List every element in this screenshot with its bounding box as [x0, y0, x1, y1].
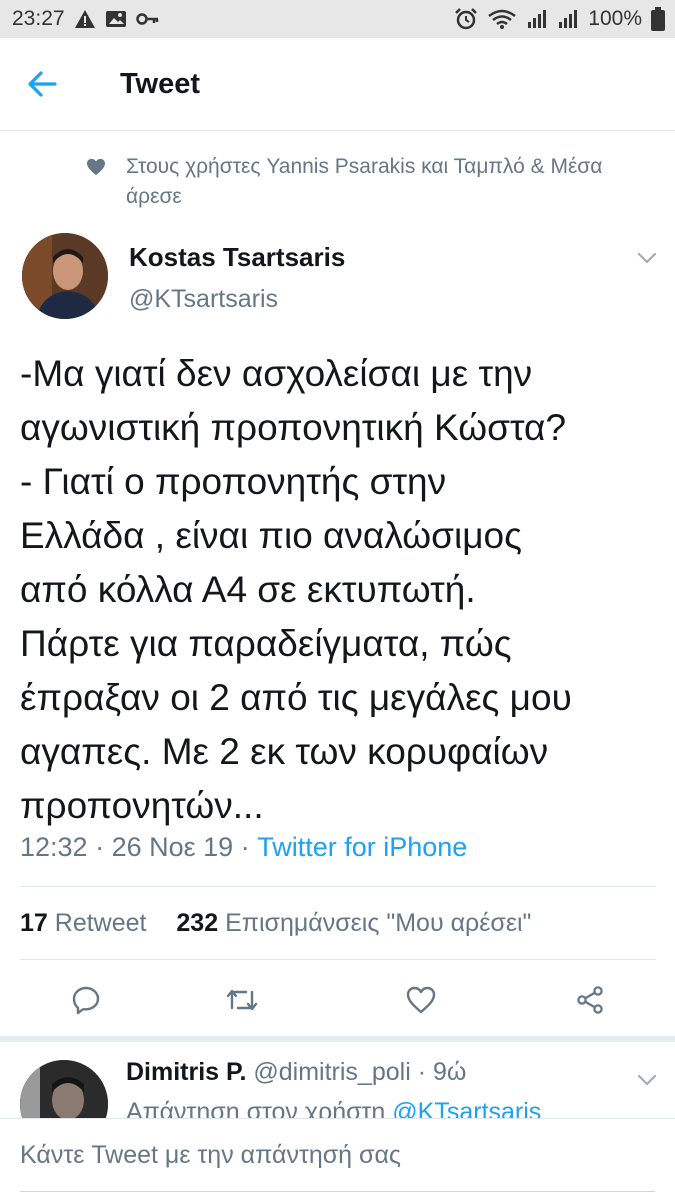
key-icon	[135, 11, 160, 27]
reply-tweet[interactable]: Dimitris P. @dimitris_poli · 9ώ Απάντηση…	[0, 1042, 675, 1118]
reply-author-name[interactable]: Dimitris P.	[126, 1058, 246, 1086]
likes-stat[interactable]: 232 Επισημάνσεις "Μου αρέσει"	[176, 909, 531, 937]
top-app-bar: Tweet	[0, 38, 675, 131]
warning-icon	[74, 9, 96, 29]
share-icon	[577, 986, 603, 1014]
reply-header: Dimitris P. @dimitris_poli · 9ώ	[126, 1058, 466, 1087]
tweet-text-line: Ελλάδα , είναι πιο αναλώσιμος	[20, 515, 522, 556]
reply-context: Απάντηση στον χρήστη @KTsartsaris	[126, 1098, 541, 1118]
reply-icon	[72, 986, 100, 1015]
tweet-stats: 17 Retweet 232 Επισημάνσεις "Μου αρέσει"	[20, 909, 531, 938]
tweet-text-line: αγαπες. Με 2 εκ των κορυφαίων	[20, 731, 549, 772]
heart-icon	[87, 158, 105, 176]
replying-to-mention[interactable]: @KTsartsaris	[392, 1098, 541, 1118]
tweet-date: 26 Νοε 19	[111, 832, 234, 862]
wifi-icon	[487, 8, 517, 30]
retweet-icon	[226, 989, 258, 1011]
signal-icon-1	[526, 8, 548, 30]
reply-age: · 9ώ	[417, 1058, 467, 1086]
like-button[interactable]	[401, 980, 441, 1020]
image-icon	[105, 9, 127, 29]
signal-icon-2	[557, 8, 579, 30]
reply-avatar[interactable]	[20, 1060, 108, 1118]
social-context-text: Στους χρήστες Yannis Psarakis και Ταμπλό…	[126, 155, 603, 208]
tweet-text-line: -Μα γιατί δεν ασχολείσαι με την	[20, 353, 533, 394]
tweet-time: 12:32	[20, 832, 88, 862]
status-bar: 23:27 100%	[0, 0, 675, 38]
author-avatar[interactable]	[22, 233, 108, 319]
like-count: 232	[176, 909, 219, 937]
tweet-text-line: Πάρτε για παραδείγματα, πώς	[20, 623, 512, 664]
retweet-count: 17	[20, 909, 48, 937]
reply-composer	[0, 1118, 675, 1201]
tweet-text-line: αγωνιστική προπονητική Κώστα?	[20, 407, 567, 448]
arrow-left-icon	[28, 71, 57, 97]
battery-percent: 100%	[588, 7, 642, 30]
status-time: 23:27	[12, 7, 65, 30]
page-title: Tweet	[120, 68, 201, 100]
avatar-photo	[22, 233, 108, 319]
tweet-text-line: - Γιατί ο προπονητής στην	[20, 461, 447, 502]
reply-button[interactable]	[66, 980, 106, 1020]
replying-to-label: Απάντηση στον χρήστη	[126, 1098, 393, 1118]
avatar-photo	[20, 1060, 108, 1118]
reply-author-handle[interactable]: @dimitris_poli	[253, 1058, 410, 1086]
tweet-text: -Μα γιατί δεν ασχολείσαι με την αγωνιστι…	[20, 347, 665, 833]
divider	[20, 886, 656, 887]
tweet-text-line: από κόλλα Α4 σε εκτυπωτή.	[20, 569, 476, 610]
author-handle[interactable]: @KTsartsaris	[129, 285, 278, 314]
heart-outline-icon	[406, 986, 436, 1014]
share-button[interactable]	[570, 980, 610, 1020]
retweet-stat[interactable]: 17 Retweet	[20, 909, 146, 937]
chevron-down-icon[interactable]	[637, 1074, 657, 1086]
meta-separator: ·	[233, 832, 258, 862]
like-label: Επισημάνσεις "Μου αρέσει"	[225, 909, 532, 937]
retweet-label: Retweet	[54, 909, 147, 937]
divider	[20, 959, 656, 960]
tweet-meta: 12:32 · 26 Νοε 19 · Twitter for iPhone	[20, 832, 467, 863]
tweet-action-bar	[0, 980, 675, 1020]
battery-icon	[651, 7, 665, 31]
author-name[interactable]: Kostas Tsartsaris	[129, 242, 345, 273]
tweet-source-link[interactable]: Twitter for iPhone	[257, 832, 467, 862]
reply-input[interactable]	[20, 1119, 655, 1192]
back-button[interactable]	[26, 66, 66, 102]
social-context: Στους χρήστες Yannis Psarakis και Ταμπλό…	[87, 152, 650, 212]
tweet-text-line: προπονητών...	[20, 785, 264, 826]
retweet-button[interactable]	[222, 980, 262, 1020]
alarm-icon	[454, 8, 478, 30]
tweet-text-line: έπραξαν οι 2 από τις μεγάλες μου	[20, 677, 572, 718]
meta-separator: ·	[87, 832, 112, 862]
chevron-down-icon[interactable]	[637, 252, 657, 264]
